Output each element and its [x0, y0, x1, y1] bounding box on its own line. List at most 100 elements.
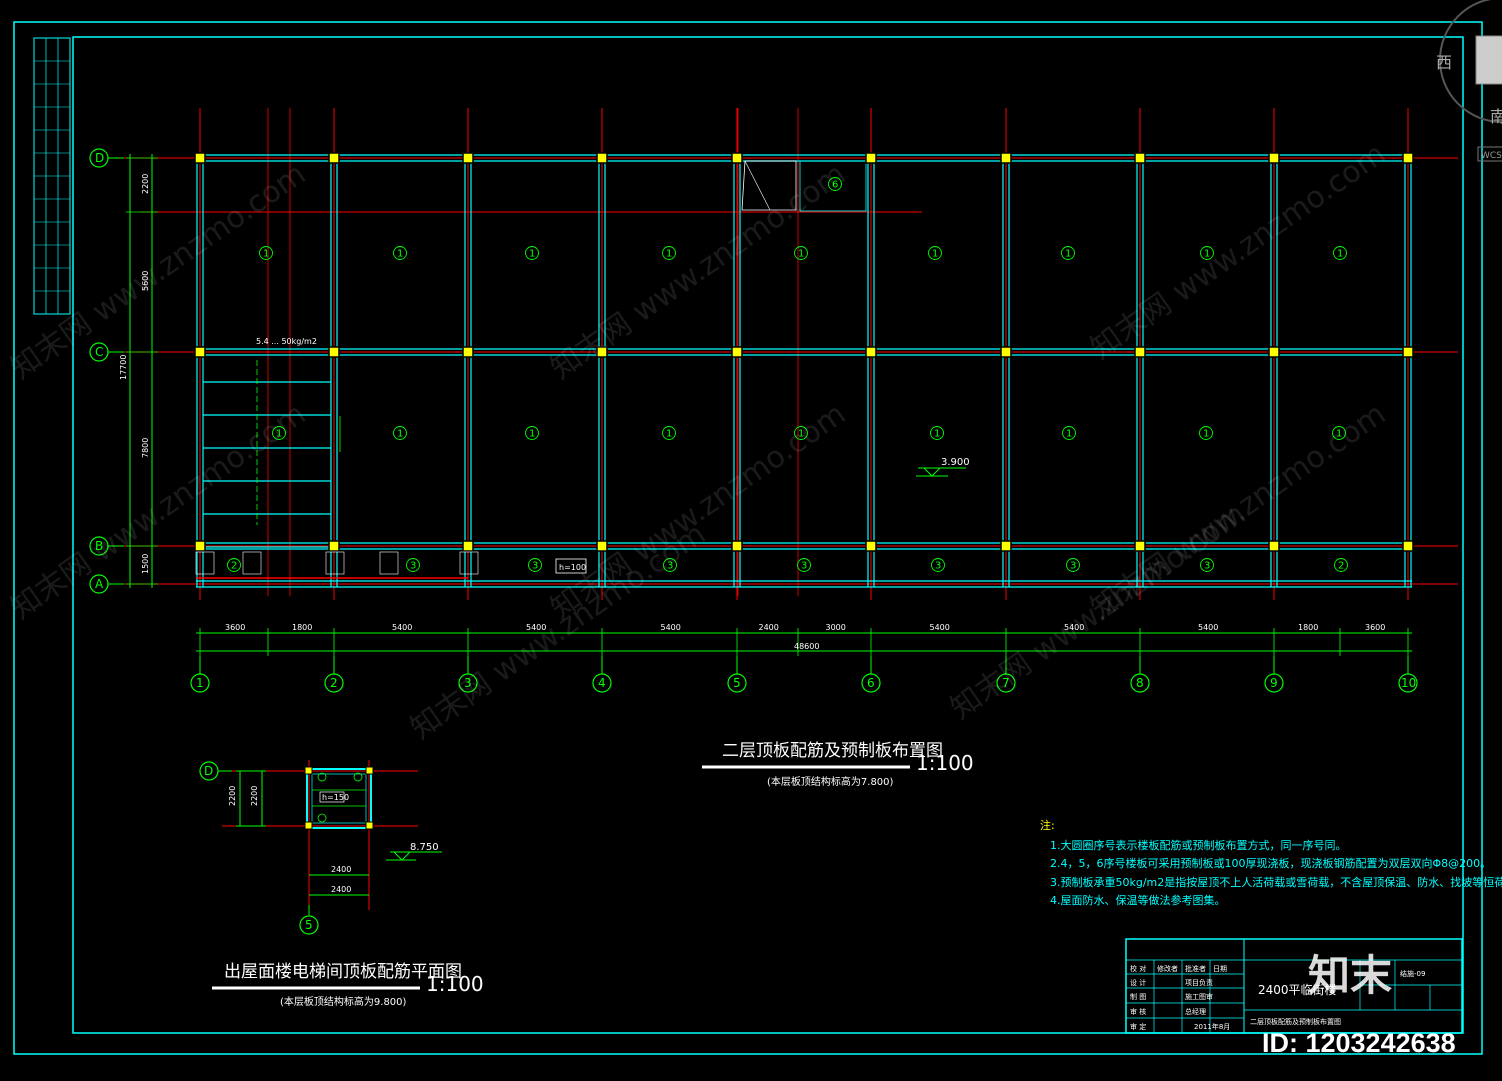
tb-col-1: 修改者 — [1157, 964, 1178, 973]
column — [731, 540, 743, 552]
slab-top-4: 1 — [666, 249, 672, 260]
detail-h-label: h=150 — [322, 793, 349, 802]
dim-total: 48600 — [794, 642, 819, 651]
dim-row-total: 17700 — [119, 355, 128, 380]
column — [194, 152, 206, 164]
slab-bottom-5: 3 — [801, 561, 807, 572]
dim-row-4: 1500 — [141, 554, 150, 574]
slab-mid-4: 1 — [666, 429, 672, 440]
dim-col-3: 5400 — [392, 623, 412, 632]
column — [328, 152, 340, 164]
watermark: 知末网 www.znzmo.com — [5, 397, 313, 627]
id-text: ID: 1203242638 — [1262, 1028, 1456, 1058]
column — [1000, 152, 1012, 164]
tb-label-5: 审 定 — [1130, 1022, 1146, 1031]
brand-overlay: 知末 ID: 1203242638 — [1262, 951, 1456, 1058]
tb-label-2: 设 计 — [1130, 978, 1146, 987]
column — [1134, 540, 1146, 552]
watermark-layer: 知末网 www.znzmo.com 知末网 www.znzmo.com 知末网 ww… — [5, 137, 1393, 747]
detail-scale: 1:100 — [426, 972, 484, 996]
axis-label-4: 4 — [598, 676, 606, 690]
tb-drawing-name: 二层顶板配筋及预制板布置图 — [1250, 1017, 1341, 1026]
slab-mid-6: 1 — [934, 429, 940, 440]
column — [1402, 346, 1414, 358]
detail-dim-4: 2400 — [331, 885, 351, 894]
column — [462, 346, 474, 358]
axis-label-D: D — [95, 151, 104, 165]
column — [1134, 152, 1146, 164]
slab-mid-3: 1 — [529, 429, 535, 440]
detail-plan: h=150 2200 2200 2400 2400 5 D 8.750 — [199, 760, 442, 935]
wcs-label: WCS — [1481, 151, 1502, 161]
column — [1402, 540, 1414, 552]
axis-label-5: 5 — [733, 676, 741, 690]
column — [194, 540, 206, 552]
note-2: 2.4，5，6序号楼板可采用预制板或100厚现浇板，现浇板钢筋配置为双层双向Φ8… — [1050, 856, 1491, 870]
column — [462, 540, 474, 552]
viewcube: 西 南 WCS — [1436, 0, 1502, 162]
column — [1268, 346, 1280, 358]
tb-sign-a: 项目负责 — [1185, 978, 1213, 987]
dim-col-12: 3600 — [1365, 623, 1385, 632]
detail-title-block: 出屋面楼电梯间顶板配筋平面图 1:100 (本层板顶结构标高为9.800) — [212, 962, 484, 1008]
watermark: 知末网 www.znzmo.com — [545, 397, 853, 627]
column — [731, 152, 743, 164]
column — [865, 540, 877, 552]
rebar-mark-box — [459, 551, 479, 575]
tb-label-4: 审 核 — [1130, 1007, 1146, 1016]
column — [865, 152, 877, 164]
slab-top-9: 1 — [1337, 249, 1343, 260]
tb-label-1: 校 对 — [1130, 964, 1146, 973]
dim-row-1: 2200 — [141, 174, 150, 194]
note-4: 4.屋面防水、保温等做法参考图集。 — [1050, 893, 1226, 907]
slab-top-3: 1 — [529, 249, 535, 260]
dim-col-1: 3600 — [225, 623, 245, 632]
general-notes: 注: 1.大圆圈序号表示楼板配筋或预制板布置方式，同一序号同。 2.4，5，6序… — [1040, 818, 1502, 907]
slab-bottom-7: 3 — [1070, 561, 1076, 572]
outer-frame — [13, 21, 1483, 1055]
detail-dim-3: 2400 — [331, 865, 351, 874]
column — [1134, 346, 1146, 358]
slab-mid-7: 1 — [1066, 429, 1072, 440]
detail-subtitle: (本层板顶结构标高为9.800) — [280, 995, 407, 1008]
dim-col-11: 1800 — [1298, 623, 1318, 632]
rebar-mark-box — [242, 551, 262, 575]
dim-col-5: 5400 — [661, 623, 681, 632]
column — [1268, 152, 1280, 164]
detail-dim-1: 2200 — [228, 786, 237, 806]
column — [328, 346, 340, 358]
axis-label-1: 1 — [196, 676, 204, 690]
axis-label-9: 9 — [1270, 676, 1278, 690]
rebar-mark-box — [379, 551, 399, 575]
slab-top-1: 1 — [263, 249, 269, 260]
slab-bottom-1: 2 — [231, 561, 237, 572]
slab-top-6: 1 — [932, 249, 938, 260]
main-title-block: 二层顶板配筋及预制板布置图 1:100 (本层板顶结构标高为7.800) — [702, 741, 974, 788]
column — [731, 346, 743, 358]
detail-dim-2: 2200 — [250, 786, 259, 806]
tb-col-2: 批准者 — [1185, 964, 1206, 973]
compass-south: 南 — [1490, 107, 1502, 126]
slab-bottom-9: 2 — [1338, 561, 1344, 572]
note-1: 1.大圆圈序号表示楼板配筋或预制板布置方式，同一序号同。 — [1050, 838, 1347, 852]
note-3: 3.预制板承重50kg/m2是指按屋顶不上人活荷载或雪荷载，不含屋顶保温、防水、… — [1050, 875, 1502, 889]
tb-sign-c: 总经理 — [1185, 1007, 1206, 1016]
notes-heading: 注: — [1040, 818, 1055, 832]
slab-bottom-3: 3 — [532, 561, 538, 572]
main-scale: 1:100 — [916, 751, 974, 775]
level-mark-main-text: 3.900 — [941, 457, 970, 468]
detail-axis-5: 5 — [305, 918, 313, 932]
level-mark-detail-text: 8.750 — [410, 842, 439, 853]
brand-text: 知末 — [1308, 951, 1392, 1000]
column — [596, 152, 608, 164]
slab-bottom-6: 3 — [935, 561, 941, 572]
axis-label-8: 8 — [1136, 676, 1144, 690]
column — [462, 152, 474, 164]
axis-label-A: A — [95, 577, 104, 591]
slab-top-5: 1 — [798, 249, 804, 260]
dim-col-7: 3000 — [826, 623, 846, 632]
axis-label-6: 6 — [867, 676, 875, 690]
column — [328, 540, 340, 552]
detail-axis-d: D — [204, 764, 213, 778]
level-mark-main: 3.900 — [916, 457, 970, 477]
